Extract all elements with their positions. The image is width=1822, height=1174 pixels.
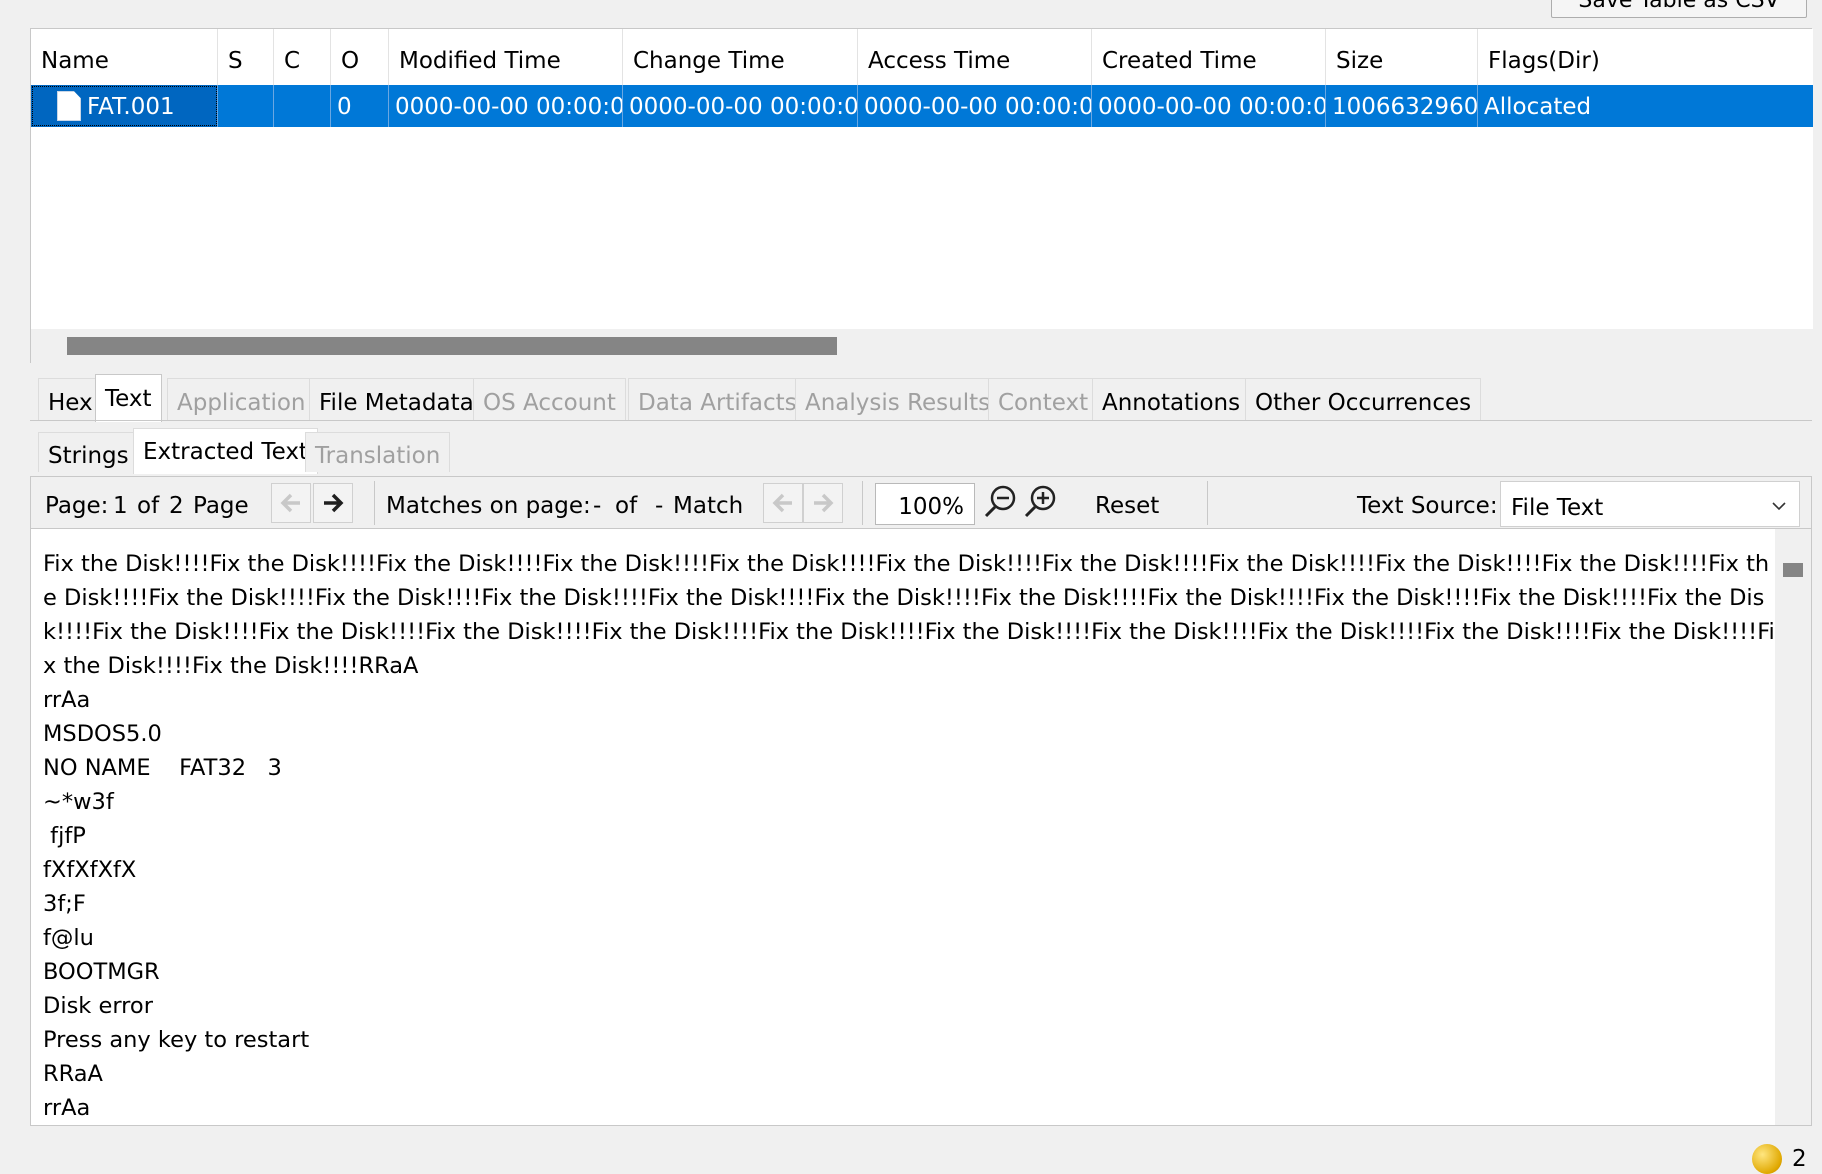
subtab-translation[interactable]: Translation — [305, 432, 451, 472]
matches-total: - — [655, 493, 664, 519]
chevron-down-icon — [1772, 502, 1786, 511]
zoom-level-field[interactable]: 100% — [875, 483, 975, 525]
tab-application[interactable]: Application — [167, 378, 316, 420]
column-header-c[interactable]: C — [274, 29, 331, 85]
tab-other-occurrences[interactable]: Other Occurrences — [1245, 378, 1482, 420]
text-viewer-toolbar: Page: 1 of 2 Page Matches on page: - of … — [30, 476, 1812, 528]
file-icon — [57, 91, 81, 121]
zoom-in-icon — [1024, 485, 1056, 518]
matches-current: - — [593, 493, 602, 519]
subtab-strings[interactable]: Strings — [38, 432, 139, 472]
next-match-button[interactable] — [803, 483, 843, 523]
cell-s[interactable] — [218, 85, 274, 127]
tab-context[interactable]: Context — [988, 378, 1099, 420]
cell-flags-dir[interactable]: Allocated — [1478, 85, 1813, 127]
table-row[interactable]: FAT.001 0 0000-00-00 00:00:00 0000-00-00… — [31, 85, 1813, 127]
text-source-select[interactable]: File Text — [1500, 481, 1800, 527]
column-header-created-time[interactable]: Created Time — [1092, 29, 1326, 85]
tab-file-metadata[interactable]: File Metadata — [309, 378, 484, 420]
cell-modified-time[interactable]: 0000-00-00 00:00:00 — [389, 85, 623, 127]
extracted-text-content[interactable]: Fix the Disk!!!!Fix the Disk!!!!Fix the … — [43, 547, 1783, 1125]
column-header-access-time[interactable]: Access Time — [858, 29, 1092, 85]
cell-change-time[interactable]: 0000-00-00 00:00:00 — [623, 85, 858, 127]
cell-access-time[interactable]: 0000-00-00 00:00:00 — [858, 85, 1092, 127]
column-header-s[interactable]: S — [218, 29, 274, 85]
reset-zoom-button[interactable]: Reset — [1089, 477, 1165, 529]
previous-page-button[interactable] — [271, 483, 311, 523]
tab-os-account[interactable]: OS Account — [473, 378, 626, 420]
previous-match-button[interactable] — [763, 483, 803, 523]
column-header-name[interactable]: Name — [31, 29, 218, 85]
cell-name-text: FAT.001 — [87, 94, 175, 120]
column-header-modified-time[interactable]: Modified Time — [389, 29, 623, 85]
zoom-out-button[interactable] — [983, 483, 1021, 521]
page-of-label: of — [137, 493, 160, 519]
tab-analysis-results[interactable]: Analysis Results — [795, 378, 1001, 420]
page-current: 1 — [113, 493, 128, 519]
toolbar-separator — [862, 481, 863, 525]
column-header-size[interactable]: Size — [1326, 29, 1478, 85]
column-header-o[interactable]: O — [331, 29, 389, 85]
toolbar-separator — [1207, 481, 1208, 525]
notification-icon[interactable] — [1752, 1144, 1782, 1174]
cell-size[interactable]: 1006632960 — [1326, 85, 1478, 127]
page-suffix: Page — [193, 493, 249, 519]
matches-label: Matches on page: — [386, 493, 591, 519]
match-suffix: Match — [673, 493, 744, 519]
page-label: Page: — [45, 493, 109, 519]
horizontal-scrollbar-thumb[interactable] — [67, 337, 837, 355]
page-total: 2 — [169, 493, 184, 519]
save-table-csv-button[interactable]: Save Table as CSV — [1551, 0, 1807, 18]
tab-hex[interactable]: Hex — [38, 378, 103, 420]
arrow-right-icon — [324, 493, 344, 513]
cell-name[interactable]: FAT.001 — [31, 85, 218, 127]
zoom-in-button[interactable] — [1023, 483, 1061, 521]
horizontal-scrollbar[interactable] — [31, 329, 1813, 363]
table-header: Name S C O Modified Time Change Time Acc… — [31, 29, 1813, 86]
cell-c[interactable] — [274, 85, 331, 127]
table-empty-area — [31, 127, 1813, 329]
status-bar: 2 — [0, 1130, 1822, 1174]
column-header-flags-dir[interactable]: Flags(Dir) — [1478, 29, 1813, 85]
column-header-change-time[interactable]: Change Time — [623, 29, 858, 85]
tab-divider — [30, 420, 1812, 421]
cell-created-time[interactable]: 0000-00-00 00:00:00 — [1092, 85, 1326, 127]
text-source-label: Text Source: — [1357, 493, 1498, 519]
subtab-extracted-text[interactable]: Extracted Text — [133, 428, 318, 474]
arrow-left-icon — [772, 493, 792, 513]
zoom-out-icon — [984, 485, 1016, 518]
extracted-text-area[interactable]: Fix the Disk!!!!Fix the Disk!!!!Fix the … — [30, 528, 1812, 1126]
text-source-value: File Text — [1511, 495, 1604, 521]
tab-data-artifacts[interactable]: Data Artifacts — [628, 378, 807, 420]
toolbar-separator — [374, 481, 375, 525]
arrow-left-icon — [280, 493, 300, 513]
next-page-button[interactable] — [313, 483, 353, 523]
notification-count[interactable]: 2 — [1792, 1144, 1807, 1174]
vertical-scrollbar-thumb[interactable] — [1783, 563, 1803, 577]
tab-annotations[interactable]: Annotations — [1092, 378, 1251, 420]
matches-of-label: of — [615, 493, 638, 519]
vertical-scrollbar[interactable] — [1775, 529, 1811, 1125]
cell-o[interactable]: 0 — [331, 85, 389, 127]
arrow-right-icon — [814, 493, 834, 513]
tab-text[interactable]: Text — [95, 374, 162, 422]
results-table: Name S C O Modified Time Change Time Acc… — [30, 28, 1813, 363]
